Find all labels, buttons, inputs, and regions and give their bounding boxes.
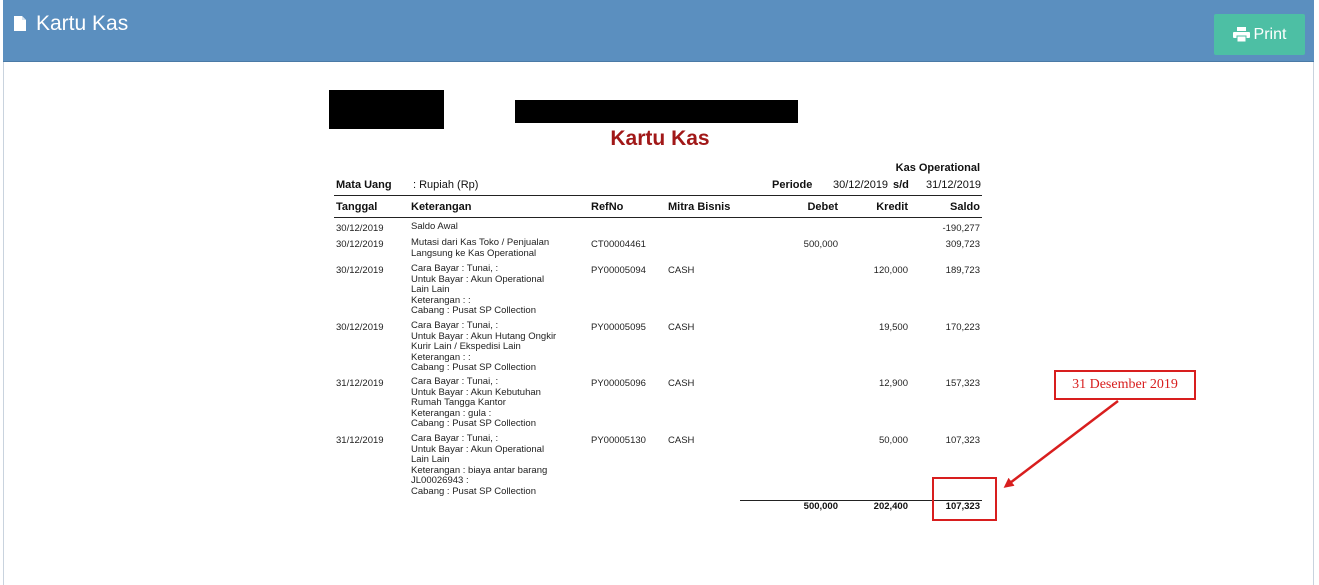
keterangan-line: Langsung ke Kas Operational bbox=[411, 247, 537, 259]
row-kredit: 19,500 bbox=[878, 322, 908, 333]
period-label: Periode bbox=[772, 179, 813, 191]
column-header-tanggal: Tanggal bbox=[336, 201, 378, 213]
row-keterangan: Saldo Awal bbox=[411, 221, 458, 233]
keterangan-line: Cabang : Pusat SP Collection bbox=[411, 305, 536, 316]
row-refno: PY00005094 bbox=[591, 265, 646, 276]
redacted-logo bbox=[329, 90, 444, 129]
keterangan-line: Cara Bayar : Tunai, : bbox=[411, 376, 499, 387]
row-saldo: 189,723 bbox=[945, 265, 980, 276]
total-kredit: 202,400 bbox=[873, 501, 908, 512]
keterangan-line: Saldo Awal bbox=[411, 221, 458, 232]
row-refno: CT00004461 bbox=[591, 239, 646, 250]
table-header-rule bbox=[334, 217, 982, 218]
row-tanggal: 30/12/2019 bbox=[336, 239, 384, 250]
page-header: Kartu Kas Print bbox=[3, 0, 1314, 62]
row-keterangan: Cara Bayar : Tunai, : Untuk Bayar : Akun … bbox=[411, 263, 544, 317]
currency-value: : Rupiah (Rp) bbox=[413, 179, 479, 191]
row-kredit: 120,000 bbox=[873, 265, 908, 276]
page-title: Kartu Kas bbox=[36, 12, 129, 35]
total-saldo-highlight bbox=[932, 477, 997, 521]
row-saldo: 170,223 bbox=[945, 322, 980, 333]
column-header-refno: RefNo bbox=[591, 201, 624, 213]
column-header-keterangan: Keterangan bbox=[411, 201, 472, 213]
keterangan-line: Cara Bayar : Tunai, : bbox=[411, 433, 499, 444]
keterangan-line: Mutasi dari Kas Toko / Penjualan bbox=[411, 237, 550, 248]
table-top-rule bbox=[334, 195, 982, 196]
keterangan-line: Rumah Tangga Kantor bbox=[411, 397, 506, 408]
row-kredit: 12,900 bbox=[878, 378, 908, 389]
print-button[interactable]: Print bbox=[1214, 14, 1305, 55]
period-separator: s/d bbox=[893, 179, 909, 191]
report-title: Kartu Kas bbox=[610, 127, 710, 150]
keterangan-line: Cabang : Pusat SP Collection bbox=[411, 362, 536, 373]
keterangan-line: Lain Lain bbox=[411, 284, 450, 295]
row-keterangan: Cara Bayar : Tunai, : Untuk Bayar : Akun … bbox=[411, 320, 556, 374]
row-tanggal: 31/12/2019 bbox=[336, 378, 384, 389]
row-keterangan: Mutasi dari Kas Toko / Penjualan Langsung… bbox=[411, 237, 550, 259]
row-refno: PY00005130 bbox=[591, 435, 646, 446]
column-header-kredit: Kredit bbox=[876, 201, 908, 213]
row-saldo: 309,723 bbox=[945, 239, 980, 250]
page-frame bbox=[3, 0, 1314, 585]
row-tanggal: 31/12/2019 bbox=[336, 435, 384, 446]
row-mitra-bisnis: CASH bbox=[668, 435, 695, 446]
row-keterangan: Cara Bayar : Tunai, : Untuk Bayar : Akun … bbox=[411, 376, 541, 430]
period-from: 30/12/2019 bbox=[833, 179, 889, 191]
keterangan-line: Cabang : Pusat SP Collection bbox=[411, 485, 536, 497]
keterangan-line: Kurir Lain / Ekspedisi Lain bbox=[411, 341, 521, 352]
row-mitra-bisnis: CASH bbox=[668, 265, 695, 276]
currency-label: Mata Uang bbox=[336, 179, 392, 191]
column-header-debet: Debet bbox=[807, 201, 838, 213]
row-kredit: 50,000 bbox=[878, 435, 908, 446]
row-tanggal: 30/12/2019 bbox=[336, 223, 384, 234]
row-saldo: 107,323 bbox=[945, 435, 980, 446]
row-saldo: -190,277 bbox=[942, 223, 980, 234]
keterangan-line: Lain Lain bbox=[411, 454, 450, 465]
row-refno: PY00005096 bbox=[591, 378, 646, 389]
row-mitra-bisnis: CASH bbox=[668, 378, 695, 389]
row-refno: PY00005095 bbox=[591, 322, 646, 333]
row-debet: 500,000 bbox=[803, 239, 838, 250]
row-tanggal: 30/12/2019 bbox=[336, 322, 384, 333]
printer-icon bbox=[1232, 27, 1250, 42]
account-name: Kas Operational bbox=[895, 162, 980, 174]
period-to: 31/12/2019 bbox=[926, 179, 982, 191]
date-callout: 31 Desember 2019 bbox=[1054, 370, 1196, 400]
keterangan-line: Cara Bayar : Tunai, : bbox=[411, 320, 499, 331]
row-tanggal: 30/12/2019 bbox=[336, 265, 384, 276]
redacted-company-name bbox=[515, 100, 798, 123]
row-keterangan: Cara Bayar : Tunai, : Untuk Bayar : Akun … bbox=[411, 433, 547, 497]
column-header-saldo: Saldo bbox=[950, 201, 980, 213]
keterangan-line: Cabang : Pusat SP Collection bbox=[411, 418, 536, 429]
document-icon bbox=[14, 16, 26, 31]
total-debet: 500,000 bbox=[803, 501, 838, 512]
keterangan-line: Cara Bayar : Tunai, : bbox=[411, 263, 499, 274]
row-saldo: 157,323 bbox=[945, 378, 980, 389]
row-mitra-bisnis: CASH bbox=[668, 322, 695, 333]
column-header-mitra-bisnis: Mitra Bisnis bbox=[668, 201, 731, 213]
keterangan-line: JL00026943 : bbox=[411, 475, 469, 486]
print-button-label: Print bbox=[1253, 25, 1287, 43]
